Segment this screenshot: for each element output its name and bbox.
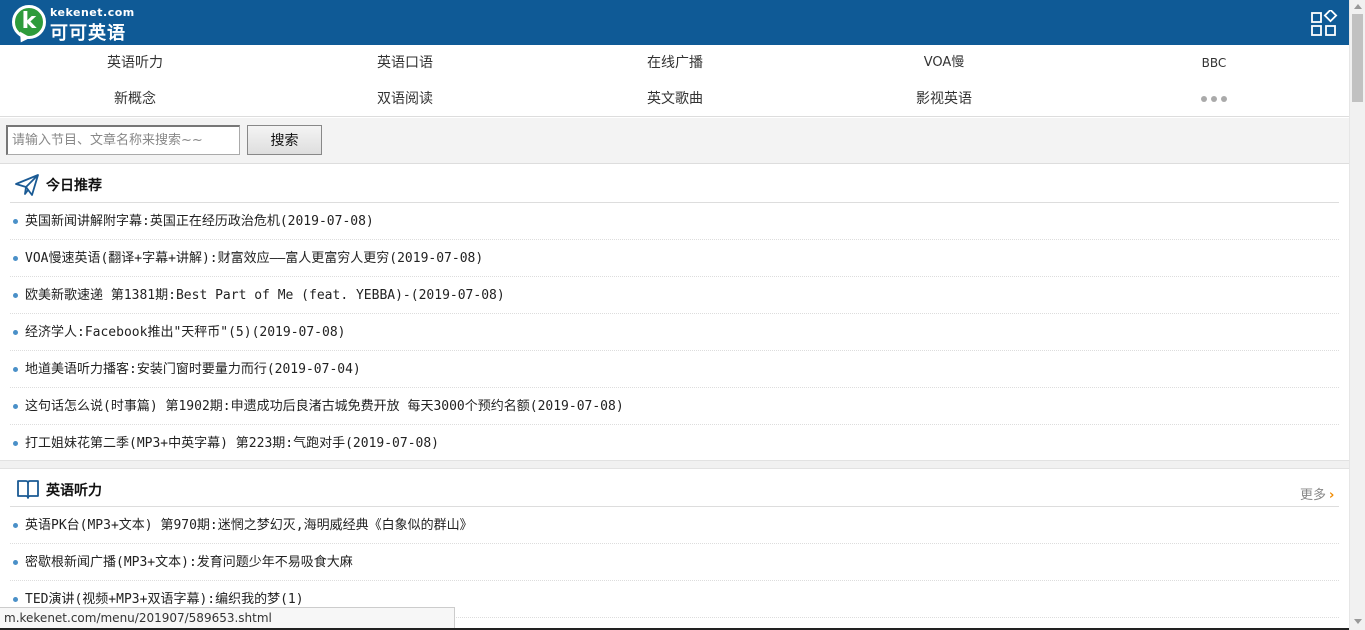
logo-domain: kekenet.com	[50, 6, 135, 19]
logo-badge: k	[12, 5, 46, 39]
more-link[interactable]: 更多 ›	[1300, 484, 1334, 503]
nav-item-bbc[interactable]: BBC	[1079, 45, 1349, 81]
list-item[interactable]: 欧美新歌速递 第1381期:Best Part of Me (feat. YEB…	[10, 277, 1339, 314]
search-button[interactable]: 搜索	[247, 125, 322, 155]
nav-item-radio[interactable]: 在线广播	[540, 45, 810, 81]
list-item[interactable]: 英语PK台(MP3+文本) 第970期:迷惘之梦幻灭,海明威经典《白象似的群山》	[10, 507, 1339, 544]
status-bar-url: m.kekenet.com/menu/201907/589653.shtml	[0, 607, 455, 629]
site-header: k kekenet.com 可可英语	[0, 0, 1349, 45]
scroll-down-arrow-icon[interactable]	[1354, 619, 1362, 624]
search-bar: 搜索	[0, 118, 1349, 164]
listening-list: 英语PK台(MP3+文本) 第970期:迷惘之梦幻灭,海明威经典《白象似的群山》…	[10, 506, 1339, 618]
list-item[interactable]: VOA慢速英语(翻译+字幕+讲解):财富效应——富人更富穷人更穷(2019-07…	[10, 240, 1339, 277]
category-nav: 英语听力 英语口语 在线广播 VOA慢 BBC 新概念 双语阅读 英文歌曲 影视…	[0, 45, 1349, 117]
nav-item-english-songs[interactable]: 英文歌曲	[540, 81, 810, 117]
logo-letter: k	[21, 9, 37, 34]
more-dots-icon[interactable]	[1079, 81, 1349, 117]
english-listening-section: 英语听力 更多 › 英语PK台(MP3+文本) 第970期:迷惘之梦幻灭,海明威经…	[0, 470, 1349, 618]
search-input[interactable]	[6, 125, 240, 155]
nav-item-bilingual-reading[interactable]: 双语阅读	[270, 81, 540, 117]
nav-item-film-english[interactable]: 影视英语	[809, 81, 1079, 117]
list-item[interactable]: 密歇根新闻广播(MP3+文本):发育问题少年不易吸食大麻	[10, 544, 1339, 581]
logo-name: 可可英语	[50, 23, 126, 44]
open-book-icon	[16, 478, 40, 502]
grid-menu-icon[interactable]	[1310, 8, 1338, 38]
chevron-right-icon: ›	[1329, 488, 1335, 503]
today-list: 英国新闻讲解附字幕:英国正在经历政治危机(2019-07-08) VOA慢速英语…	[10, 202, 1339, 462]
list-item[interactable]: 打工姐妹花第二季(MP3+中英字幕) 第223期:气跑对手(2019-07-08…	[10, 425, 1339, 462]
paper-plane-icon	[14, 173, 39, 197]
nav-item-voa-slow[interactable]: VOA慢	[809, 45, 1079, 81]
page-scrollbar[interactable]	[1349, 0, 1365, 630]
section-title: 今日推荐	[46, 178, 102, 194]
nav-item-new-concept[interactable]: 新概念	[0, 81, 270, 117]
today-recommend-section: 今日推荐 英国新闻讲解附字幕:英国正在经历政治危机(2019-07-08) VO…	[0, 165, 1349, 460]
list-item[interactable]: 这句话怎么说(时事篇) 第1902期:申遗成功后良渚古城免费开放 每天3000个…	[10, 388, 1339, 425]
list-item[interactable]: 经济学人:Facebook推出"天秤币"(5)(2019-07-08)	[10, 314, 1339, 351]
section-header: 英语听力 更多 ›	[0, 470, 1349, 508]
section-divider	[0, 460, 1349, 469]
scroll-up-arrow-icon[interactable]	[1354, 4, 1362, 9]
scroll-thumb[interactable]	[1352, 14, 1363, 102]
nav-item-listening[interactable]: 英语听力	[0, 45, 270, 81]
site-logo[interactable]: k kekenet.com 可可英语	[12, 4, 135, 44]
list-item[interactable]: 地道美语听力播客:安装门窗时要量力而行(2019-07-04)	[10, 351, 1339, 388]
list-item[interactable]: 英国新闻讲解附字幕:英国正在经历政治危机(2019-07-08)	[10, 203, 1339, 240]
nav-item-speaking[interactable]: 英语口语	[270, 45, 540, 81]
section-header: 今日推荐	[0, 165, 1349, 203]
section-title: 英语听力	[46, 483, 102, 499]
